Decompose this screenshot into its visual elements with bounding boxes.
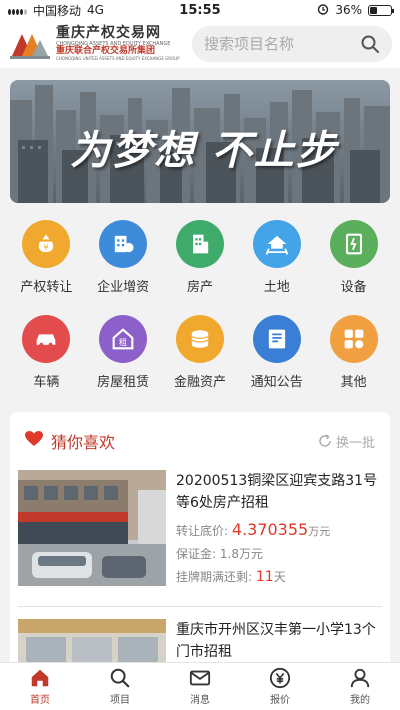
tab-label: 项目 — [110, 695, 130, 706]
category-label: 设备 — [340, 280, 367, 295]
category-label: 车辆 — [33, 375, 60, 390]
svg-text:租: 租 — [119, 337, 127, 347]
heart-icon — [25, 431, 43, 451]
price-label: 转让底价: — [176, 524, 229, 538]
promo-banner[interactable]: 为梦想 不止步 — [10, 80, 390, 203]
price-unit: 万元 — [308, 525, 331, 538]
land-icon — [252, 220, 301, 268]
logo-subtitle-en: CHONGQING UNITED ASSETS AND EQUITY EXCHA… — [56, 56, 180, 62]
search-bar[interactable] — [192, 26, 392, 62]
tab-label: 首页 — [30, 695, 50, 706]
signal-icon — [8, 6, 27, 15]
bid-icon — [269, 667, 291, 689]
recommend-title: 猜你喜欢 — [51, 433, 116, 452]
bottom-tab-bar: 首页 项目 消息 报价 我的 — [0, 662, 400, 710]
category-money-bag[interactable]: ¥ 产权转让 — [10, 220, 82, 315]
category-label: 其他 — [340, 375, 367, 390]
carrier-name: 中国移动 — [33, 3, 82, 18]
network-type: 4G — [87, 3, 104, 17]
remain-days: 11 — [255, 569, 274, 585]
category-label: 土地 — [263, 280, 290, 295]
other-icon — [329, 315, 378, 363]
money-bag-icon: ¥ — [22, 220, 71, 268]
deposit-label: 保证金: — [176, 547, 217, 561]
property-photo — [18, 470, 166, 586]
tab-bids[interactable]: 报价 — [240, 663, 320, 710]
tab-label: 消息 — [190, 695, 210, 706]
refresh-icon — [319, 434, 331, 447]
svg-text:¥: ¥ — [44, 242, 49, 252]
tab-profile[interactable]: 我的 — [320, 663, 400, 710]
equipment-icon — [329, 220, 378, 268]
category-house-rent[interactable]: 租房屋租赁 — [87, 315, 159, 410]
list-item[interactable]: 20200513铜梁区迎宾支路31号等6处房产招租 转让底价: 4.370355… — [10, 470, 390, 606]
tab-projects[interactable]: 项目 — [80, 663, 160, 710]
battery-percent: 36% — [335, 3, 362, 17]
banner-caption: 为梦想 不止步 — [70, 127, 338, 174]
alarm-icon — [317, 3, 329, 18]
category-land[interactable]: 土地 — [241, 220, 313, 315]
category-grid: ¥ 产权转让 企业增资 房产 土地 设备 车辆租房屋租赁 金融资产 通知公告 其他 — [0, 220, 400, 410]
category-coins[interactable]: 金融资产 — [164, 315, 236, 410]
item-name: 重庆市开州区汉丰第一小学13个门市招租 — [176, 622, 376, 660]
category-label: 企业增资 — [97, 280, 150, 295]
status-bar: 中国移动 4G 15:55 36% — [0, 0, 400, 20]
message-icon — [189, 670, 211, 686]
building-icon — [175, 220, 224, 268]
notice-icon — [252, 315, 301, 363]
home-icon — [31, 669, 49, 687]
tab-home[interactable]: 首页 — [0, 663, 80, 710]
deposit-value: 1.8万元 — [219, 547, 263, 561]
category-label: 金融资产 — [173, 375, 226, 390]
car-icon — [22, 315, 71, 363]
category-equipment[interactable]: 设备 — [318, 220, 390, 315]
house-rent-icon: 租 — [99, 315, 148, 363]
battery-icon — [368, 4, 394, 16]
coins-icon — [175, 315, 224, 363]
category-car[interactable]: 车辆 — [10, 315, 82, 410]
category-building[interactable]: 房产 — [164, 220, 236, 315]
tab-messages[interactable]: 消息 — [160, 663, 240, 710]
app-header: 重庆产权交易网 CHONGQING ASSETS AND EQUITY EXCH… — [0, 20, 400, 68]
user-icon — [350, 668, 370, 688]
category-notice[interactable]: 通知公告 — [241, 315, 313, 410]
search-input[interactable] — [204, 35, 354, 53]
recommend-card: 猜你喜欢 换一批 20200513铜梁区迎宾支路31号等6处房产招租 转让底价:… — [10, 412, 390, 672]
category-label: 房屋租赁 — [97, 375, 150, 390]
remain-unit: 天 — [273, 570, 286, 584]
logo[interactable]: 重庆产权交易网 CHONGQING ASSETS AND EQUITY EXCH… — [8, 26, 188, 62]
search-icon — [110, 668, 130, 688]
price-value: 4.370355 — [231, 520, 309, 539]
logo-mark-icon — [8, 26, 52, 62]
refresh-button[interactable]: 换一批 — [318, 432, 375, 451]
category-label: 房产 — [186, 280, 213, 295]
capital-increase-icon — [99, 220, 148, 268]
category-label: 产权转让 — [20, 280, 73, 295]
tab-label: 报价 — [270, 695, 290, 706]
category-capital-increase[interactable]: 企业增资 — [87, 220, 159, 315]
remain-label: 挂牌期满还剩: — [176, 570, 253, 584]
search-icon[interactable] — [360, 34, 380, 54]
category-label: 通知公告 — [250, 375, 303, 390]
item-name: 20200513铜梁区迎宾支路31号等6处房产招租 — [176, 473, 378, 511]
logo-title: 重庆产权交易网 — [56, 25, 161, 42]
refresh-label: 换一批 — [335, 435, 375, 451]
category-other[interactable]: 其他 — [318, 315, 390, 410]
tab-label: 我的 — [350, 695, 370, 706]
